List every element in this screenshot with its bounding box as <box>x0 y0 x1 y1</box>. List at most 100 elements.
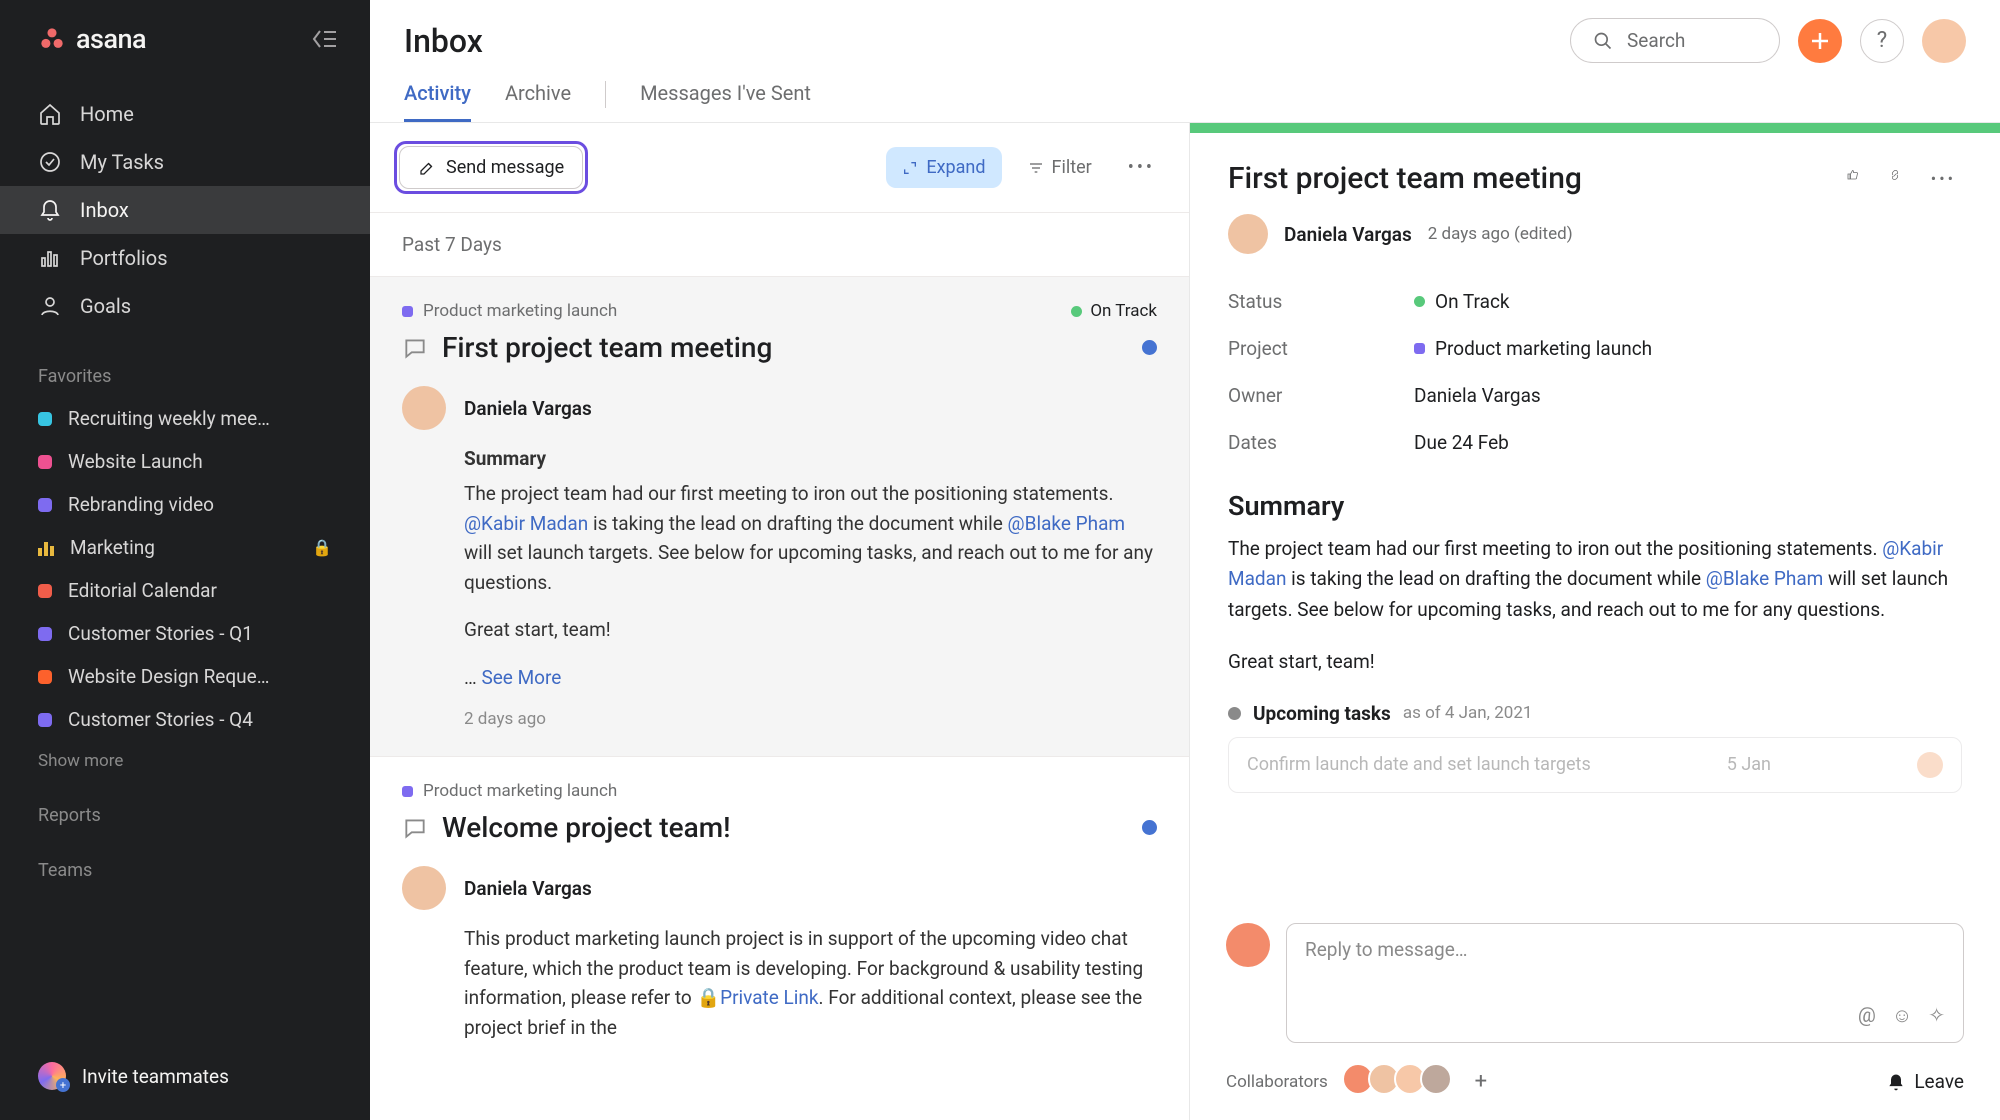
inbox-item[interactable]: Product marketing launch On Track First … <box>370 276 1189 756</box>
nav-goals[interactable]: Goals <box>0 282 370 330</box>
see-more-ellipsis: … <box>464 666 477 689</box>
global-add-button[interactable] <box>1798 19 1842 63</box>
search-input[interactable]: Search <box>1570 18 1780 63</box>
project-color <box>38 584 52 598</box>
favorite-item[interactable]: Customer Stories - Q4 <box>0 698 370 741</box>
search-icon <box>1593 31 1613 51</box>
asana-logo-icon <box>38 25 66 53</box>
more-icon[interactable]: ••• <box>1925 163 1962 194</box>
favorite-item[interactable]: Website Launch <box>0 440 370 483</box>
unread-indicator <box>1142 340 1157 355</box>
more-button[interactable]: ••• <box>1118 149 1165 186</box>
nav-label: Home <box>80 102 134 126</box>
invite-teammates-button[interactable]: Invite teammates <box>0 1042 370 1120</box>
nav-home[interactable]: Home <box>0 90 370 138</box>
favorite-item[interactable]: Rebranding video <box>0 483 370 526</box>
private-link[interactable]: 🔒Private Link <box>696 986 818 1009</box>
status-dot <box>1071 306 1082 317</box>
field-label-project: Project <box>1228 337 1414 360</box>
favorite-item[interactable]: Website Design Reque… <box>0 655 370 698</box>
reports-label[interactable]: Reports <box>0 781 370 836</box>
project-color <box>402 306 413 317</box>
inbox-tabs: Activity Archive Messages I've Sent <box>404 81 1966 122</box>
field-label-status: Status <box>1228 290 1414 313</box>
bell-filled-icon <box>1886 1072 1906 1092</box>
send-message-label: Send message <box>446 157 564 178</box>
nav-label: Inbox <box>80 198 129 222</box>
filter-icon <box>1028 160 1044 176</box>
author-name: Daniela Vargas <box>1284 223 1412 246</box>
task-card[interactable]: Confirm launch date and set launch targe… <box>1228 737 1962 793</box>
upcoming-tasks-header: Upcoming tasks as of 4 Jan, 2021 <box>1190 696 2000 727</box>
lock-icon: 🔒 <box>312 538 332 557</box>
inbox-item[interactable]: Product marketing launch Welcome project… <box>370 756 1189 1066</box>
filter-button[interactable]: Filter <box>1016 147 1104 188</box>
message-icon <box>402 815 428 841</box>
item-title: First project team meeting <box>442 331 772 364</box>
field-label-owner: Owner <box>1228 384 1414 407</box>
nav-main: Home My Tasks Inbox Portfolios Goals <box>0 78 370 342</box>
like-icon[interactable] <box>1841 163 1865 187</box>
mention[interactable]: @Blake Pham <box>1008 512 1126 535</box>
detail-title: First project team meeting <box>1228 161 1582 196</box>
show-more-button[interactable]: Show more <box>0 741 370 781</box>
mention[interactable]: @Blake Pham <box>1706 567 1824 590</box>
page-header: Inbox Search ? Activity Archive Messages… <box>370 0 2000 123</box>
see-more-link[interactable]: See More <box>481 666 561 689</box>
help-button[interactable]: ? <box>1860 19 1904 63</box>
message-icon <box>402 335 428 361</box>
user-avatar[interactable] <box>1922 19 1966 63</box>
tab-activity[interactable]: Activity <box>404 81 471 122</box>
project-color <box>38 455 52 469</box>
expand-label: Expand <box>926 157 985 178</box>
field-label-dates: Dates <box>1228 431 1414 454</box>
invite-label: Invite teammates <box>82 1065 229 1088</box>
tab-messages-sent[interactable]: Messages I've Sent <box>640 81 811 122</box>
favorite-label: Rebranding video <box>68 493 214 516</box>
nav-label: My Tasks <box>80 150 164 174</box>
mention[interactable]: @Kabir Madan <box>464 512 588 535</box>
favorite-item[interactable]: Recruiting weekly mee… <box>0 397 370 440</box>
check-circle-icon <box>38 150 62 174</box>
collaborator-avatar[interactable] <box>1420 1063 1452 1095</box>
send-message-button[interactable]: Send message <box>399 146 583 189</box>
leave-label: Leave <box>1914 1070 1964 1093</box>
tab-archive[interactable]: Archive <box>505 81 571 122</box>
field-value-project[interactable]: Product marketing launch <box>1435 337 1652 360</box>
favorite-item[interactable]: Customer Stories - Q1 <box>0 612 370 655</box>
emoji-icon[interactable]: ☺ <box>1892 1003 1912 1028</box>
project-color <box>402 786 413 797</box>
reply-input[interactable]: Reply to message… @ ☺ ✧ <box>1286 923 1964 1043</box>
star-icon[interactable]: ✧ <box>1928 1003 1945 1028</box>
at-mention-icon[interactable]: @ <box>1858 1003 1876 1028</box>
field-value-owner: Daniela Vargas <box>1414 384 1541 407</box>
teams-label[interactable]: Teams <box>0 836 370 891</box>
link-icon[interactable] <box>1883 163 1907 187</box>
app-logo[interactable]: asana <box>38 23 146 55</box>
home-icon <box>38 102 62 126</box>
page-title: Inbox <box>404 22 483 60</box>
expand-button[interactable]: Expand <box>886 147 1001 188</box>
add-collaborator-button[interactable]: + <box>1466 1067 1496 1097</box>
summary-text: is taking the lead on drafting the docum… <box>1286 567 1705 590</box>
favorite-item[interactable]: Editorial Calendar <box>0 569 370 612</box>
nav-label: Portfolios <box>80 246 168 270</box>
leave-button[interactable]: Leave <box>1886 1070 1964 1093</box>
invite-icon <box>38 1062 66 1090</box>
favorite-label: Website Design Reque… <box>68 665 269 688</box>
reply-area: Reply to message… @ ☺ ✧ Collaborators + <box>1190 907 2000 1120</box>
status-bar <box>1190 123 2000 133</box>
nav-portfolios[interactable]: Portfolios <box>0 234 370 282</box>
nav-my-tasks[interactable]: My Tasks <box>0 138 370 186</box>
nav-inbox[interactable]: Inbox <box>0 186 370 234</box>
project-name: Product marketing launch <box>423 301 617 321</box>
field-value-status: On Track <box>1435 290 1510 313</box>
app-name: asana <box>76 23 146 55</box>
favorite-label: Customer Stories - Q4 <box>68 708 253 731</box>
group-past-7-days: Past 7 Days <box>370 213 1189 276</box>
body-text: The project team had our first meeting t… <box>464 482 1113 505</box>
item-timestamp: 2 days ago <box>464 706 1157 732</box>
project-color <box>1414 343 1425 354</box>
favorite-item[interactable]: Marketing🔒 <box>0 526 370 569</box>
sidebar-collapse-button[interactable] <box>308 22 342 56</box>
